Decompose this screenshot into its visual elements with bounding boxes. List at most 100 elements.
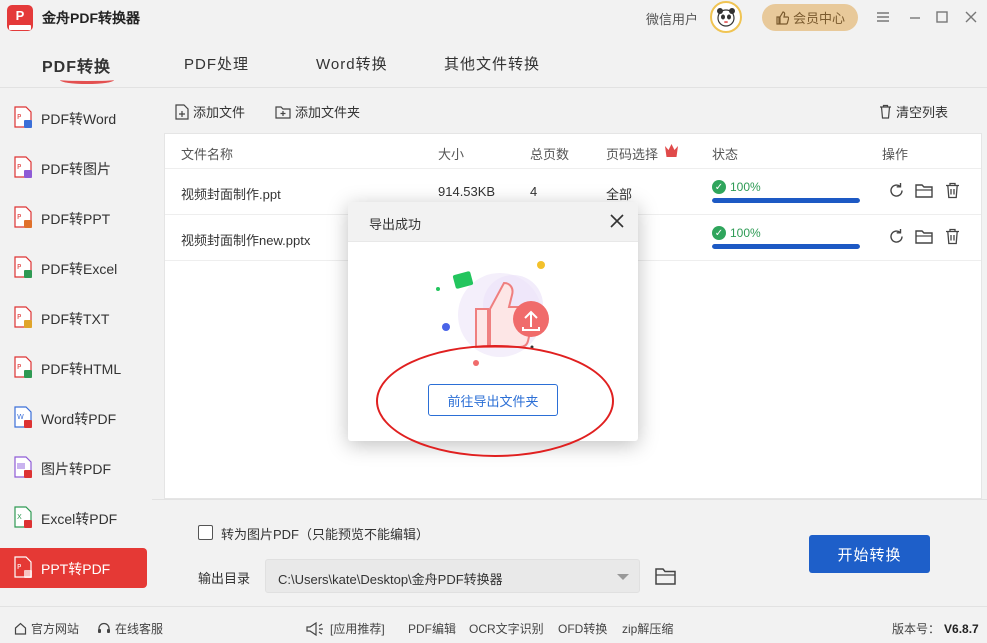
svg-text:W: W	[17, 413, 24, 421]
sidebar-item-label: PDF转Excel	[41, 261, 118, 277]
sidebar-item-pdf-to-ppt[interactable]: P PDF转PPT	[0, 198, 152, 238]
refresh-button[interactable]	[887, 181, 906, 200]
version-value: V6.8.7	[944, 621, 979, 636]
column-header-ops: 操作	[882, 147, 909, 162]
refresh-button[interactable]	[887, 227, 906, 246]
delete-button[interactable]	[943, 181, 962, 200]
vip-center-button[interactable]: 会员中心	[762, 4, 858, 31]
tab-pdf-convert[interactable]: PDF转换	[42, 53, 111, 77]
table-header: 文件名称 大小 总页数 页码选择 状态 操作	[165, 134, 981, 169]
megaphone-icon	[306, 621, 323, 636]
svg-text:P: P	[17, 363, 21, 371]
sidebar-item-pdf-to-txt[interactable]: P PDF转TXT	[0, 298, 152, 338]
excel-file-icon: X	[14, 506, 32, 528]
tab-other-convert[interactable]: 其他文件转换	[444, 53, 540, 74]
sidebar-item-excel-to-pdf[interactable]: X Excel转PDF	[0, 498, 152, 538]
row-actions	[887, 227, 962, 246]
sidebar-item-ppt-to-pdf[interactable]: P PPT转PDF	[0, 548, 147, 588]
website-label: 官方网站	[31, 622, 80, 636]
sidebar-item-label: PDF转HTML	[41, 361, 122, 377]
status-bar: 官方网站 在线客服 [应用推荐] PDF编辑 OCR文字识别 OFD转换 zip…	[0, 606, 987, 643]
file-size: 914.53KB	[438, 184, 496, 199]
tab-pdf-process[interactable]: PDF处理	[184, 53, 249, 74]
sidebar-item-label: 图片转PDF	[41, 461, 111, 477]
clear-list-button[interactable]: 清空列表	[879, 102, 948, 121]
file-pages: 4	[530, 184, 538, 199]
sidebar-item-pdf-to-excel[interactable]: P PDF转Excel	[0, 248, 152, 288]
file-name: 视频封面制作new.pptx	[181, 233, 311, 248]
add-folder-button[interactable]: 添加文件夹	[275, 102, 360, 121]
sidebar-item-label: PPT转PDF	[41, 561, 111, 577]
output-dir-value: C:\Users\kate\Desktop\金舟PDF转换器	[278, 572, 503, 587]
link-ofd[interactable]: OFD转换	[558, 620, 607, 637]
support-link[interactable]: 在线客服	[97, 620, 163, 637]
sidebar-item-pdf-to-html[interactable]: P PDF转HTML	[0, 348, 152, 388]
ppt-file-icon: P	[14, 556, 32, 578]
progress-bar	[712, 198, 860, 203]
refresh-icon	[890, 229, 903, 243]
pdf-file-icon: P	[14, 306, 32, 328]
sidebar: P PDF转Word P PDF转图片 P PDF转PPT P PDF转Exce…	[0, 88, 152, 606]
close-window-button[interactable]	[960, 6, 982, 28]
sidebar-item-label: Excel转PDF	[41, 511, 118, 527]
word-file-icon: W	[14, 406, 32, 428]
status-text: 100%	[730, 226, 761, 240]
pdf-file-icon: P	[14, 356, 32, 378]
svg-text:P: P	[17, 263, 21, 271]
version-label: 版本号：	[892, 622, 941, 636]
svg-text:P: P	[17, 213, 21, 221]
sidebar-item-pdf-to-image[interactable]: P PDF转图片	[0, 148, 152, 188]
title-bar: P 金舟PDF转换器 微信用户 会员中心	[0, 0, 987, 36]
start-convert-button[interactable]: 开始转换	[809, 535, 930, 573]
svg-text:X: X	[17, 513, 22, 521]
progress-fill	[712, 244, 860, 249]
refresh-icon	[890, 183, 903, 197]
app-title: 金舟PDF转换器	[42, 10, 140, 26]
page-select[interactable]: 全部	[606, 184, 632, 203]
menu-button[interactable]	[872, 6, 894, 28]
link-pdf-edit[interactable]: PDF编辑	[408, 620, 456, 637]
delete-button[interactable]	[943, 227, 962, 246]
sidebar-item-pdf-to-word[interactable]: P PDF转Word	[0, 98, 152, 138]
svg-text:P: P	[17, 163, 21, 171]
version-info: 版本号： V6.8.7	[892, 620, 979, 637]
tab-word-convert[interactable]: Word转换	[316, 53, 388, 74]
trash-icon	[946, 182, 959, 199]
dialog-title: 导出成功	[369, 217, 422, 232]
open-export-folder-button[interactable]: 前往导出文件夹	[428, 384, 558, 416]
browse-folder-icon[interactable]	[654, 565, 678, 587]
maximize-button[interactable]	[931, 6, 953, 28]
sidebar-item-image-to-pdf[interactable]: 图片转PDF	[0, 448, 152, 488]
app-logo-icon: P	[7, 5, 33, 31]
trash-icon	[946, 228, 959, 245]
open-folder-button[interactable]	[915, 227, 934, 246]
sidebar-item-label: PDF转Word	[41, 111, 117, 127]
column-header-page-select: 页码选择	[606, 147, 659, 162]
sidebar-item-label: PDF转TXT	[41, 311, 110, 327]
export-success-dialog: 导出成功 前往导出文件夹	[348, 202, 638, 441]
sidebar-item-label: PDF转PPT	[41, 211, 111, 227]
svg-text:P: P	[17, 563, 21, 571]
sidebar-item-word-to-pdf[interactable]: W Word转PDF	[0, 398, 152, 438]
progress-bar	[712, 244, 860, 249]
user-name[interactable]: 微信用户	[646, 9, 698, 28]
minimize-icon	[910, 17, 920, 19]
svg-text:P: P	[17, 313, 21, 321]
folder-icon	[915, 229, 933, 244]
add-file-label: 添加文件	[193, 105, 246, 120]
open-folder-button[interactable]	[915, 181, 934, 200]
trash-icon	[880, 104, 891, 119]
link-ocr[interactable]: OCR文字识别	[469, 620, 544, 637]
close-icon[interactable]	[608, 212, 626, 230]
sidebar-item-label: PDF转图片	[41, 161, 111, 177]
add-file-button[interactable]: 添加文件	[175, 102, 245, 121]
sidebar-item-label: Word转PDF	[41, 411, 117, 427]
minimize-button[interactable]	[904, 6, 926, 28]
column-header-pages: 总页数	[530, 147, 570, 162]
avatar[interactable]	[710, 1, 742, 33]
check-circle-icon: ✓	[712, 180, 726, 194]
to-image-pdf-checkbox[interactable]	[198, 525, 213, 540]
output-dir-select[interactable]: C:\Users\kate\Desktop\金舟PDF转换器	[265, 559, 640, 593]
link-zip[interactable]: zip解压缩	[622, 620, 673, 637]
website-link[interactable]: 官方网站	[14, 620, 79, 637]
